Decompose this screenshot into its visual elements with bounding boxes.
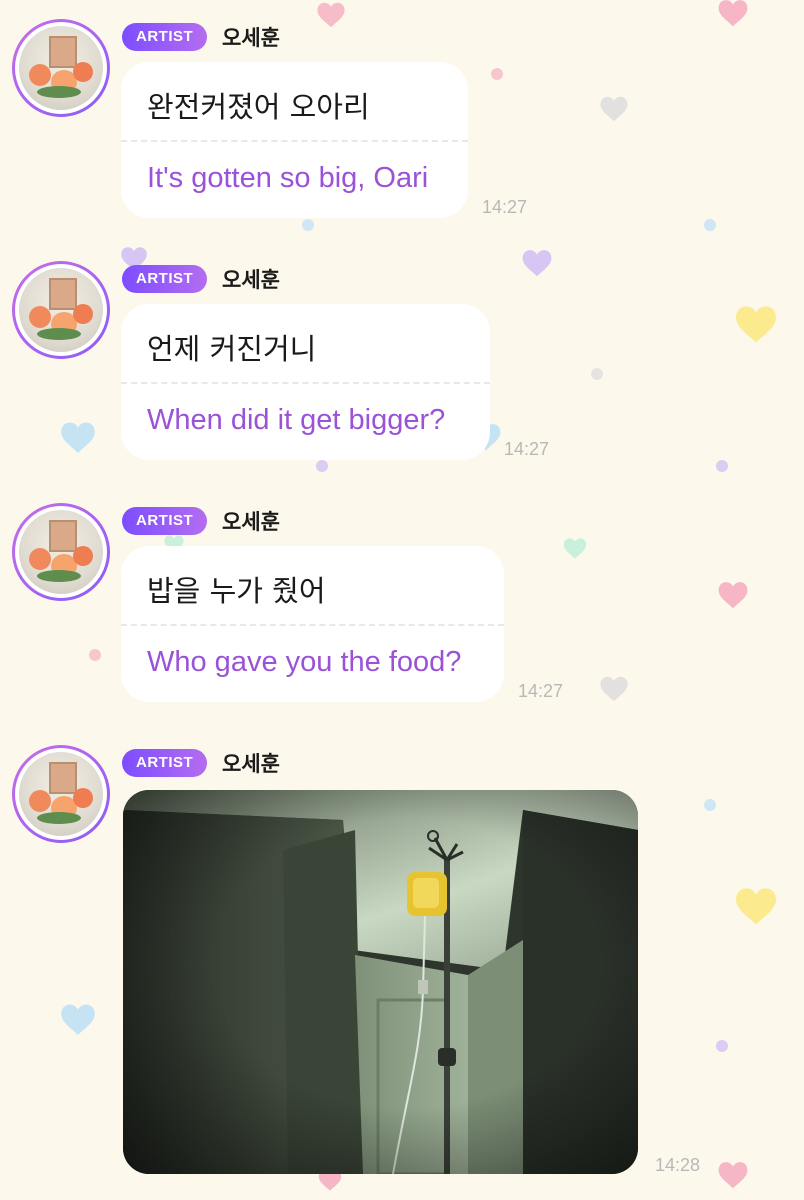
- heart-icon: [736, 888, 776, 925]
- message-text-translation: Who gave you the food?: [147, 646, 462, 678]
- artist-badge: ARTIST: [122, 749, 208, 777]
- dot: [704, 219, 716, 231]
- translation-divider: [121, 140, 468, 142]
- dot: [302, 219, 314, 231]
- artist-badge: ARTIST: [122, 23, 208, 51]
- profile-photo: [19, 26, 103, 110]
- sender-name: 오세훈: [222, 26, 280, 50]
- translation-divider: [121, 624, 504, 626]
- artist-badge: ARTIST: [122, 265, 208, 293]
- heart-icon: [317, 2, 345, 28]
- profile-photo: [19, 510, 103, 594]
- message-time: 14:28: [655, 1155, 701, 1175]
- avatar[interactable]: [12, 19, 110, 117]
- dot: [716, 1040, 728, 1052]
- translation-divider: [121, 382, 490, 384]
- sender-name: 오세훈: [222, 510, 280, 534]
- heart-icon: [736, 306, 776, 343]
- heart-icon: [718, 0, 748, 27]
- sender-name: 오세훈: [222, 268, 280, 292]
- heart-icon: [718, 1162, 748, 1189]
- avatar[interactable]: [12, 261, 110, 359]
- image-message[interactable]: [123, 790, 638, 1174]
- artist-badge: ARTIST: [122, 507, 208, 535]
- sender-name: 오세훈: [222, 752, 280, 776]
- message-text-translation: When did it get bigger?: [147, 404, 446, 436]
- dot: [89, 649, 101, 661]
- message-text-translation: It's gotten so big, Oari: [147, 162, 429, 194]
- message-bubble[interactable]: 언제 커진거니 When did it get bigger?: [121, 304, 490, 460]
- message-time: 14:27: [518, 681, 564, 701]
- dot: [704, 799, 716, 811]
- heart-icon: [600, 96, 628, 122]
- profile-photo: [19, 268, 103, 352]
- message-time: 14:27: [482, 197, 528, 217]
- heart-icon: [61, 422, 95, 453]
- heart-icon: [61, 1004, 95, 1035]
- heart-icon: [563, 538, 587, 559]
- dot: [591, 368, 603, 380]
- heart-icon: [718, 582, 748, 609]
- heart-icon: [600, 676, 628, 702]
- message-text-korean: 밥을 누가 줬어: [147, 574, 326, 608]
- dot: [316, 460, 328, 472]
- avatar[interactable]: [12, 503, 110, 601]
- dot: [491, 68, 503, 80]
- iv-drip-stand-photo: [123, 790, 638, 1174]
- message-bubble[interactable]: 완전커졌어 오아리 It's gotten so big, Oari: [121, 62, 468, 218]
- dot: [716, 460, 728, 472]
- profile-photo: [19, 752, 103, 836]
- message-text-korean: 언제 커진거니: [147, 332, 317, 366]
- message-bubble[interactable]: 밥을 누가 줬어 Who gave you the food?: [121, 546, 504, 702]
- avatar[interactable]: [12, 745, 110, 843]
- message-time: 14:27: [504, 439, 550, 459]
- heart-icon: [522, 250, 552, 277]
- message-text-korean: 완전커졌어 오아리: [147, 90, 370, 124]
